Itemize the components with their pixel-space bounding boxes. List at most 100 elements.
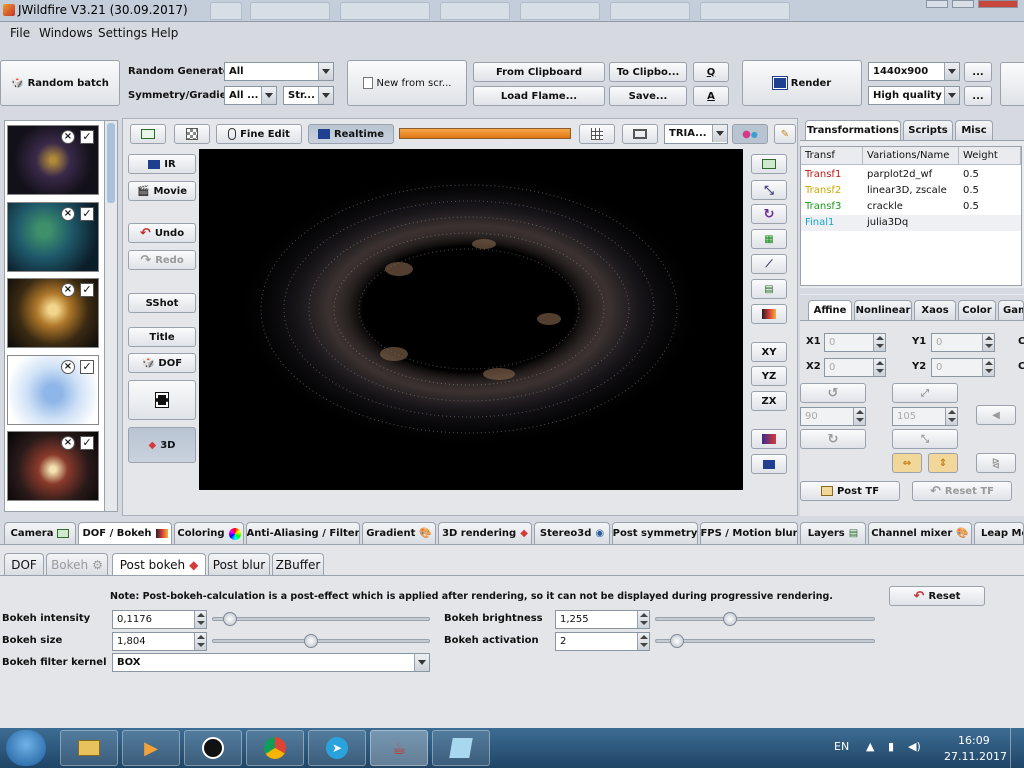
ir-button[interactable]: IR	[128, 154, 196, 174]
transform-name-cell[interactable]: Transf2	[801, 183, 863, 199]
gradient-icon[interactable]	[751, 304, 787, 324]
rotate-left-button[interactable]: ↺	[800, 383, 866, 403]
bokeh-brightness-slider[interactable]	[655, 612, 875, 626]
symmetry-select[interactable]: All ...	[224, 86, 277, 105]
transform-name-cell[interactable]: Transf1	[801, 167, 863, 183]
weight-cell[interactable]: 0.5	[959, 183, 1021, 199]
redo-button[interactable]: ↷ Redo	[128, 250, 196, 270]
tab-post-symmetry[interactable]: Post symmetry	[612, 522, 698, 544]
bokeh-size-field[interactable]: 1,804	[112, 632, 207, 651]
checkbox-icon[interactable]: ✓	[80, 207, 94, 221]
rotate-amount-field[interactable]: 90	[800, 407, 866, 426]
close-icon[interactable]: ×	[61, 436, 75, 450]
random-batch-button[interactable]: 🎲 Random batch	[0, 60, 120, 106]
close-icon[interactable]: ×	[61, 283, 75, 297]
tab-fps-motion-blur[interactable]: FPS / Motion blur	[700, 522, 798, 544]
tab-anti-aliasing[interactable]: Anti-Aliasing / Filter	[246, 522, 360, 544]
tab-nonlinear[interactable]: Nonlinear	[854, 300, 912, 320]
network-icon[interactable]: ▮	[888, 740, 894, 753]
xy-view-button[interactable]: XY	[751, 342, 787, 362]
flame-preview-canvas[interactable]	[199, 149, 743, 490]
image-icon[interactable]	[751, 154, 787, 174]
tab-misc[interactable]: Misc	[955, 120, 993, 140]
show-desktop-button[interactable]	[1010, 728, 1024, 768]
reset-button[interactable]: ↶ Reset	[889, 586, 985, 606]
close-icon[interactable]: ×	[61, 360, 75, 374]
variation-name-cell[interactable]: crackle	[863, 199, 959, 215]
to-clipboard-button[interactable]: To Clipbo...	[609, 62, 687, 82]
clip-button[interactable]	[128, 380, 196, 420]
bokeh-intensity-slider[interactable]	[212, 612, 430, 626]
weight-cell[interactable]: 0.5	[959, 167, 1021, 183]
spinner-arrows-icon[interactable]	[194, 633, 206, 650]
triangle-mode-select[interactable]: TRIA...	[664, 124, 728, 144]
quality-more-button[interactable]: ...	[964, 86, 992, 106]
tab-coloring[interactable]: Coloring	[174, 522, 244, 544]
line-icon[interactable]: ⟋	[751, 254, 787, 274]
x1-field[interactable]: 0	[824, 333, 886, 352]
flame-thumbnail[interactable]: × ✓	[7, 431, 99, 501]
bokeh-filter-kernel-select[interactable]: BOX	[112, 653, 430, 672]
tab-xaos[interactable]: Xaos	[914, 300, 956, 320]
render-button[interactable]: Render	[742, 60, 862, 106]
menu-help[interactable]: Help	[151, 26, 178, 40]
subtab-dof[interactable]: DOF	[4, 553, 44, 575]
checkerboard-icon[interactable]	[174, 124, 210, 144]
render-small-icon[interactable]	[751, 454, 787, 474]
grid-points-icon[interactable]: ▦	[751, 229, 787, 249]
chrome-icon[interactable]	[246, 730, 304, 766]
subtab-bokeh[interactable]: Bokeh ⚙	[46, 553, 108, 575]
minimize-button[interactable]	[926, 0, 948, 8]
menu-file[interactable]: File	[10, 26, 30, 40]
title-button[interactable]: Title	[128, 327, 196, 347]
spinner-arrows-icon[interactable]	[945, 408, 957, 425]
transform-name-cell[interactable]: Transf3	[801, 199, 863, 215]
table-icon[interactable]: ▤	[751, 279, 787, 299]
menu-settings[interactable]: Settings	[98, 26, 147, 40]
tab-affine[interactable]: Affine	[808, 300, 852, 320]
save-button[interactable]: Save...	[609, 86, 687, 106]
frame-icon[interactable]	[622, 124, 658, 144]
extra-tool-button[interactable]	[1000, 62, 1024, 106]
rotate-icon[interactable]: ↻	[751, 204, 787, 224]
spinner-arrows-icon[interactable]	[637, 633, 649, 650]
tab-layers[interactable]: Layers ▤	[800, 522, 866, 544]
tab-scripts[interactable]: Scripts	[903, 120, 953, 140]
close-icon[interactable]: ×	[61, 207, 75, 221]
gradient-select[interactable]: Str...	[283, 86, 334, 105]
weight-cell[interactable]	[959, 215, 1021, 231]
x2-field[interactable]: 0	[824, 358, 886, 377]
telegram-icon[interactable]: ➤	[308, 730, 366, 766]
scale-down-button[interactable]: ⤡	[892, 429, 958, 449]
messenger-icon[interactable]	[184, 730, 242, 766]
tab-gamma[interactable]: Gam	[998, 300, 1024, 320]
spinner-arrows-icon[interactable]	[853, 408, 865, 425]
post-tf-button[interactable]: Post TF	[800, 481, 900, 501]
spinner-arrows-icon[interactable]	[637, 611, 649, 628]
pencil-icon[interactable]: ✎	[774, 124, 796, 144]
load-flame-button[interactable]: Load Flame...	[473, 86, 605, 106]
tab-leap-motion[interactable]: Leap Mo	[974, 522, 1024, 544]
slider-knob[interactable]	[304, 634, 318, 648]
bokeh-size-slider[interactable]	[212, 634, 430, 648]
resolution-more-button[interactable]: ...	[964, 62, 992, 82]
scroll-thumb[interactable]	[107, 123, 115, 203]
close-icon[interactable]: ×	[61, 130, 75, 144]
mask-icon[interactable]	[751, 429, 787, 449]
spinner-arrows-icon[interactable]	[982, 334, 994, 351]
column-header[interactable]: Transf	[801, 147, 863, 165]
subtab-post-blur[interactable]: Post blur	[208, 553, 270, 575]
chart-icon[interactable]	[130, 124, 166, 144]
flip-vertical-button[interactable]: ⇕	[928, 453, 958, 473]
slider-knob[interactable]	[723, 612, 737, 626]
realtime-toggle[interactable]: Realtime	[308, 124, 394, 144]
thumbnail-scrollbar[interactable]	[104, 120, 118, 512]
flip-horizontal-button[interactable]: ⇔	[892, 453, 922, 473]
y1-field[interactable]: 0	[931, 333, 995, 352]
color-palette-icon[interactable]: ● ●	[732, 124, 768, 144]
tab-camera[interactable]: Camera	[4, 522, 76, 544]
menu-windows[interactable]: Windows	[39, 26, 93, 40]
mirror-button[interactable]: ⧎	[976, 453, 1016, 473]
splitter[interactable]	[800, 288, 1024, 294]
media-player-icon[interactable]: ▶	[122, 730, 180, 766]
